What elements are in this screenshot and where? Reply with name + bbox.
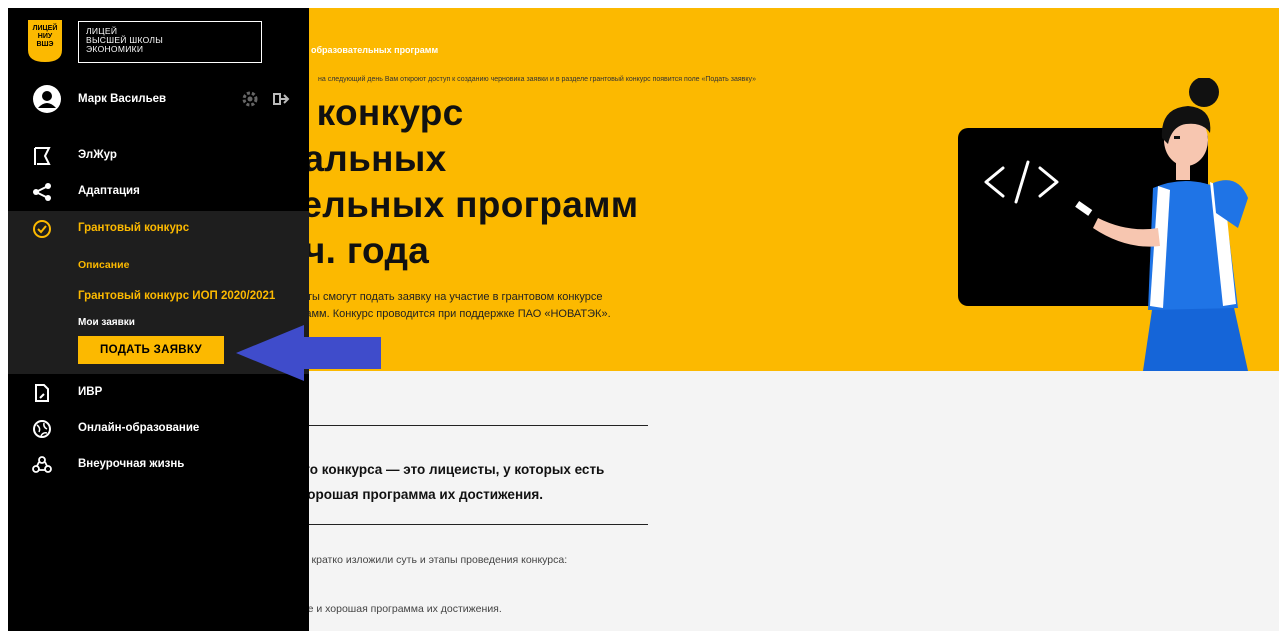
sidebar-item-online-education[interactable]: Онлайн-образование: [8, 411, 309, 445]
share-icon: [33, 183, 51, 201]
pointer-arrow-icon: [236, 325, 381, 381]
hero-note: на следующий день Вам откроют доступ к с…: [318, 76, 756, 83]
hero-description: цеисты смогут подать заявку на участие в…: [283, 289, 703, 323]
logo-badge[interactable]: ЛИЦЕЙ НИУ ВШЭ: [28, 20, 62, 62]
logo-badge-text: ЛИЦЕЙ НИУ ВШЭ: [28, 25, 62, 49]
sidebar-item-eljur[interactable]: ЭлЖур: [8, 138, 309, 172]
teacher-illustration: [958, 78, 1248, 371]
sidebar-item-adaptation[interactable]: Адаптация: [8, 174, 309, 208]
paragraph: , мы кратко изложили суть и этапы провед…: [288, 554, 568, 566]
logout-icon[interactable]: [272, 90, 290, 108]
people-icon: [32, 456, 52, 473]
flag-icon: [34, 147, 51, 165]
logo-badge-line: НИУ: [37, 33, 53, 40]
document-edit-icon: [35, 384, 49, 402]
page-frame: образовательных программ на следующий де…: [8, 8, 1279, 631]
lead-line: вого конкурса — это лицеисты, у которых …: [288, 462, 605, 477]
divider: [288, 425, 648, 426]
sidebar-item-label: ЭлЖур: [78, 149, 117, 161]
user-profile: Марк Васильев: [8, 80, 309, 120]
submenu-contest-link[interactable]: Грантовый конкурс ИОП 2020/2021: [78, 290, 275, 302]
submenu-description-link[interactable]: Описание: [78, 259, 129, 271]
sidebar-item-extracurricular[interactable]: Внеурочная жизнь: [8, 447, 309, 481]
check-circle-icon: [33, 220, 51, 238]
title-line: тельных программ: [283, 184, 639, 225]
sidebar: ЛИЦЕЙ НИУ ВШЭ ЛИЦЕЙ ВЫСШЕЙ ШКОЛЫ ЭКОНОМИ…: [8, 8, 309, 631]
title-line: уч. года: [283, 230, 430, 271]
sidebar-item-label: Онлайн-образование: [78, 422, 200, 434]
sidebar-item-label: ИВР: [78, 386, 103, 398]
sidebar-item-label: Внеурочная жизнь: [78, 458, 185, 470]
sidebar-item-label: Адаптация: [78, 185, 140, 197]
title-line: уальных: [283, 138, 447, 179]
divider: [288, 524, 648, 525]
desc-line: цеисты смогут подать заявку на участие в…: [283, 291, 603, 303]
submenu-my-applications-link[interactable]: Мои заявки: [78, 317, 135, 328]
lead-text: вого конкурса — это лицеисты, у которых …: [288, 457, 668, 507]
desc-line: рограмм. Конкурс проводится при поддержк…: [283, 308, 611, 320]
globe-icon: [33, 420, 51, 438]
page-title: й конкурс уальных тельных программ уч. г…: [283, 90, 763, 274]
sidebar-item-grant-contest[interactable]: Грантовый конкурс: [8, 211, 309, 245]
logo-line: ЭКОНОМИКИ: [86, 44, 144, 54]
user-name[interactable]: Марк Васильев: [78, 93, 166, 105]
title-line: й конкурс: [283, 92, 464, 133]
gear-icon[interactable]: [241, 90, 259, 108]
avatar-icon[interactable]: [32, 84, 62, 114]
logo-badge-line: ВШЭ: [36, 41, 54, 48]
lead-line: и хорошая программа их достижения.: [288, 487, 544, 502]
logo-badge-line: ЛИЦЕЙ: [32, 25, 58, 32]
sidebar-item-label: Грантовый конкурс: [78, 222, 190, 234]
apply-button[interactable]: ПОДАТЬ ЗАЯВКУ: [78, 336, 224, 364]
paragraph: ущее и хорошая программа их достижения.: [288, 603, 502, 615]
breadcrumb[interactable]: образовательных программ: [311, 45, 438, 55]
logo-text[interactable]: ЛИЦЕЙ ВЫСШЕЙ ШКОЛЫ ЭКОНОМИКИ: [78, 21, 262, 63]
